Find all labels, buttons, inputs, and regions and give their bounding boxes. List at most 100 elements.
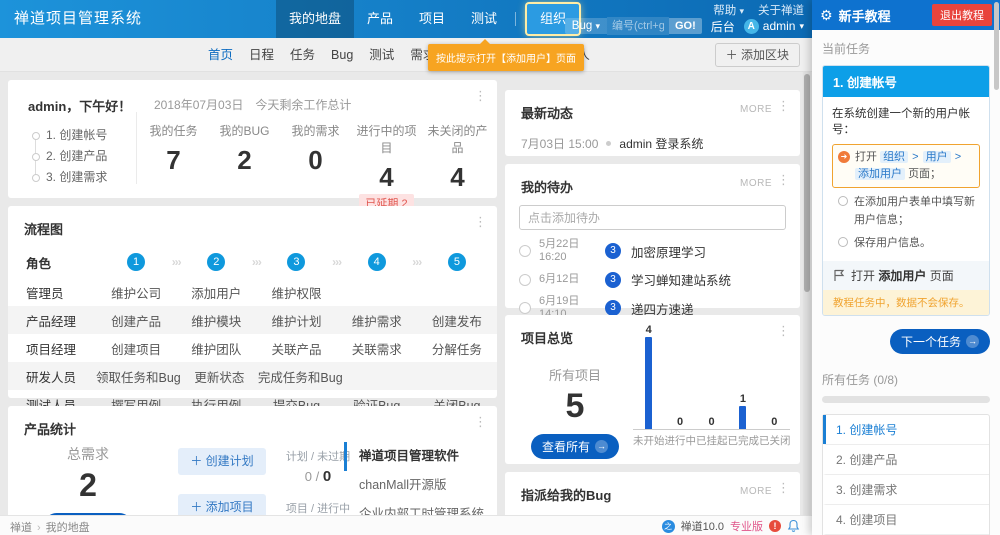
tutorial-task-item[interactable]: 4. 创建项目 [823,504,989,534]
todo-text[interactable]: 学习蝉知建站系统 [631,270,731,289]
product-list-item[interactable]: chanMall开源版 [344,471,487,500]
tutorial-task-item[interactable]: 1. 创建帐号 [823,415,989,444]
product-list-item[interactable]: 禅道项目管理软件 [344,442,487,471]
my-todo-panel: 我的待办 MORE ⋮ 5月22日16:20 3 加密原理学习 6月12日 3 … [505,164,800,308]
todo-checkbox[interactable] [519,274,531,286]
divider [136,112,137,184]
help-link[interactable]: 帮助 ▾ [713,2,744,18]
todo-priority-badge: 3 [605,243,621,259]
todo-checkbox[interactable] [519,302,531,314]
subnav-item-home[interactable]: 首页 [204,38,237,72]
dashboard: ⋮ admin，下午好！ 1. 创建帐号 2. 创建产品 3. 创建需求 201… [0,72,812,515]
greeting-panel: ⋮ admin，下午好！ 1. 创建帐号 2. 创建产品 3. 创建需求 201… [8,80,497,198]
kebab-menu-icon[interactable]: ⋮ [777,174,790,186]
nav-divider [515,12,516,26]
tutorial-task-item[interactable]: 2. 创建产品 [823,444,989,474]
panel-title: 最新动态 [521,106,573,121]
stat-active-projects[interactable]: 进行中的项目 4 已延期 2 [351,122,422,212]
view-all-projects-button[interactable]: 查看所有→ [531,434,619,459]
current-task-card: 1. 创建帐号 在系统创建一个新的用户帐号： ➜ 打开 组织 > 用户 > 添加… [822,65,990,316]
search-go-button[interactable]: GO! [669,18,702,34]
workflow-row-project-manager: 项目经理 创建项目 维护团队 关联产品 关联需求 分解任务 [8,334,497,362]
gt-separator: > [912,151,918,163]
tutorial-step-active: ➜ 打开 组织 > 用户 > 添加用户 页面； [832,144,980,188]
todo-priority-badge: 3 [605,300,621,316]
keyword-organization[interactable]: 组织 [880,151,908,163]
todo-item: 6月12日 3 学习蝉知建站系统 [519,270,786,289]
more-link[interactable]: MORE [740,178,772,189]
kebab-menu-icon[interactable]: ⋮ [777,482,790,494]
search-input[interactable] [607,17,669,35]
keyword-add-user[interactable]: 添加用户 [855,168,905,180]
step-number: 5 [448,253,466,271]
bell-icon[interactable] [787,519,800,533]
nav-item-project[interactable]: 项目 [406,0,458,38]
kebab-menu-icon[interactable]: ⋮ [474,216,487,228]
todo-checkbox[interactable] [519,245,531,257]
stat-my-tasks[interactable]: 我的任务 7 [138,122,209,212]
breadcrumb-app[interactable]: 禅道 [10,522,32,534]
chevron-down-icon: ▾ [799,21,804,32]
backend-link[interactable]: 后台 [711,18,735,35]
product-list-item[interactable]: 企业内部工时管理系统 [344,500,487,515]
next-task-button[interactable]: 下一个任务→ [890,329,990,354]
current-task-label: 当前任务 [822,40,990,57]
app-logo[interactable]: 禅道项目管理系统 [14,0,142,38]
add-project-button[interactable]: ＋ 添加项目 [178,494,266,515]
chevrons-icon: ››› [252,255,261,269]
more-link[interactable]: MORE [740,104,772,115]
tutorial-task-item[interactable]: 3. 创建需求 [823,474,989,504]
chart-bar [645,337,652,429]
search-type-select[interactable]: Bug ▾ [565,18,607,34]
arrow-right-icon: → [966,335,979,348]
panel-title: 我的待办 [521,180,573,195]
nav-item-my-workspace[interactable]: 我的地盘 [276,0,354,38]
version-text: 禅道10.0 [681,518,724,534]
stat-open-products[interactable]: 未关闭的产品 4 [422,122,493,212]
panel-title: 项目总览 [521,331,573,346]
flag-icon [833,269,845,282]
edition-link[interactable]: 专业版 [730,518,763,534]
kebab-menu-icon[interactable]: ⋮ [777,100,790,112]
add-block-button[interactable]: ＋ 添加区块 [715,43,800,67]
alert-icon[interactable]: ! [769,520,781,532]
step-number: 1 [127,253,145,271]
add-todo-input[interactable] [519,205,786,230]
more-link[interactable]: MORE [740,486,772,497]
stat-my-stories[interactable]: 我的需求 0 [280,122,351,212]
about-link[interactable]: 关于禅道 [758,2,804,18]
chart-category: 已挂起 [696,433,728,448]
exit-tutorial-button[interactable]: 退出教程 [932,4,992,26]
subnav-item-bug[interactable]: Bug [327,38,357,72]
chevrons-icon: ››› [332,255,341,269]
role-header: 角色 [8,253,96,272]
create-plan-button[interactable]: ＋ 创建计划 [178,448,266,475]
panel-title: 流程图 [24,222,63,237]
user-menu[interactable]: A admin ▾ [744,19,804,34]
subnav-item-task[interactable]: 任务 [286,38,319,72]
kebab-menu-icon[interactable]: ⋮ [474,90,487,102]
nav-item-product[interactable]: 产品 [354,0,406,38]
step-number: 2 [207,253,225,271]
stat-my-bugs[interactable]: 我的BUG 2 [209,122,280,212]
kebab-menu-icon[interactable]: ⋮ [474,416,487,428]
breadcrumb-page[interactable]: 我的地盘 [46,522,90,534]
chart-category: 进行中 [665,433,697,448]
todo-text[interactable]: 加密原理学习 [631,242,706,261]
subnav-item-test[interactable]: 测试 [365,38,398,72]
keyword-user[interactable]: 用户 [923,151,951,163]
workflow-panel: 流程图 ⋮ 角色 1 ›››2 ›››3 ›››4 ›››5 管理员 维护公司 … [8,206,497,398]
todo-list: 5月22日16:20 3 加密原理学习 6月12日 3 学习蝉知建站系统 6月1… [519,238,786,321]
main-scrollbar[interactable] [803,72,811,515]
sidebar-scrollbar-thumb[interactable] [994,2,999,90]
tutorial-sidebar: ⚙ 新手教程 退出教程 当前任务 1. 创建帐号 在系统创建一个新的用户帐号： … [812,0,1000,535]
activity-item: 7月03日 15:00 admin 登录系统 [521,135,784,152]
sub-navbar: 首页 日程 任务 Bug 测试 需求 项目 联系人 ＋ 添加区块 [0,38,812,72]
subnav-item-calendar[interactable]: 日程 [245,38,278,72]
project-total: 所有项目 5 查看所有→ [523,365,627,459]
chart-category: 已关闭 [759,433,791,448]
product-list: 禅道项目管理软件 chanMall开源版 企业内部工时管理系统 [344,442,487,515]
nav-item-test[interactable]: 测试 [458,0,510,38]
scrollbar-thumb[interactable] [804,74,810,292]
activity-text: admin 登录系统 [619,135,703,152]
